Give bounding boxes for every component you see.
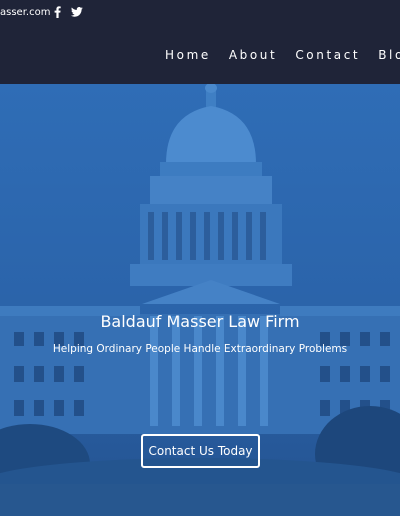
nav-menu: Home About Contact Blo [165,48,400,62]
main-navigation: Home About Contact Blo [0,28,400,84]
hero-subtitle: Helping Ordinary People Handle Extraordi… [52,343,348,355]
top-bar: asser.com [0,0,400,28]
nav-item-contact[interactable]: Contact [295,48,360,62]
email-link[interactable]: asser.com [0,7,50,18]
facebook-icon[interactable] [54,6,61,18]
contact-us-button[interactable]: Contact Us Today [141,434,260,468]
hero-title: Baldauf Masser Law Firm [100,312,300,331]
nav-item-about[interactable]: About [229,48,277,62]
hero-section: Baldauf Masser Law Firm Helping Ordinary… [0,84,400,516]
nav-item-home[interactable]: Home [165,48,211,62]
social-links [54,6,83,18]
twitter-icon[interactable] [71,7,83,17]
nav-item-blog[interactable]: Blo [378,48,400,62]
